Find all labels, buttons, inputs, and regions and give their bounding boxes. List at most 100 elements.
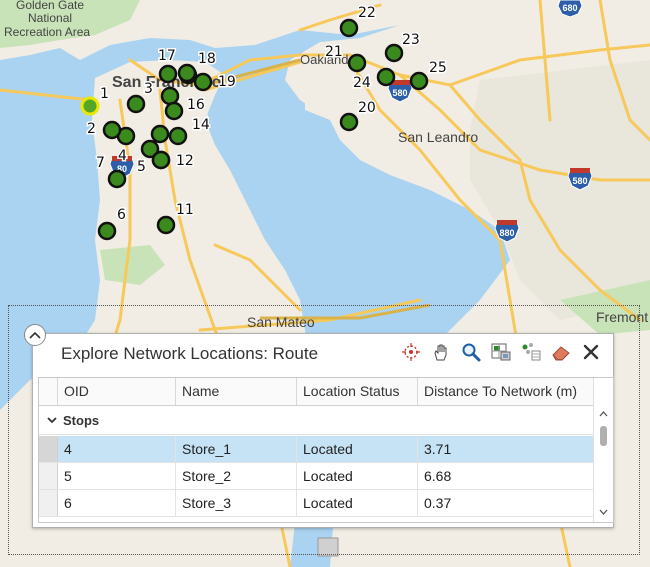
cell-oid: 4 — [58, 436, 176, 462]
clear-button[interactable] — [549, 340, 573, 364]
stop-marker-2[interactable] — [102, 120, 122, 140]
stop-marker-7[interactable] — [107, 169, 127, 189]
row-selector[interactable] — [39, 490, 58, 516]
column-header-name[interactable]: Name — [176, 378, 297, 405]
location-target-button[interactable] — [399, 340, 423, 364]
collapse-panel-button[interactable] — [24, 324, 46, 346]
stop-label-4: 4 — [118, 148, 127, 164]
cell-name: Store_3 — [176, 490, 297, 516]
eraser-icon — [552, 346, 570, 361]
cell-name: Store_2 — [176, 463, 297, 489]
chevron-down-icon[interactable] — [47, 416, 57, 424]
stop-marker-11[interactable] — [156, 215, 176, 235]
cell-location-status: Located — [297, 463, 418, 489]
location-target-icon — [402, 343, 420, 361]
stop-label-21: 21 — [325, 44, 343, 60]
close-icon — [583, 344, 599, 360]
column-header-location-status[interactable]: Location Status — [297, 378, 418, 405]
points-table-button[interactable] — [519, 340, 543, 364]
label-fremont: Fremont — [596, 309, 648, 325]
cell-distance: 6.68 — [418, 463, 594, 489]
shield-880-south — [317, 537, 339, 557]
svg-text:580: 580 — [572, 176, 587, 186]
label-san-leandro: San Leandro — [398, 129, 478, 145]
column-header-distance[interactable]: Distance To Network (m) — [418, 378, 594, 405]
label-san-mateo: San Mateo — [247, 314, 315, 330]
stop-marker-16[interactable] — [164, 101, 184, 121]
stop-marker-20[interactable] — [339, 112, 359, 132]
stop-label-19: 19 — [218, 74, 236, 90]
stop-label-17: 17 — [158, 48, 176, 64]
column-header-oid[interactable]: OID — [58, 378, 176, 405]
stop-marker-19[interactable] — [193, 72, 213, 92]
stop-label-20: 20 — [358, 100, 376, 116]
pan-button[interactable] — [429, 340, 453, 364]
svg-text:580: 580 — [392, 88, 407, 98]
zoom-button[interactable] — [459, 340, 483, 364]
stop-marker-12[interactable] — [151, 150, 171, 170]
cell-name: Store_1 — [176, 436, 297, 462]
stop-label-16: 16 — [187, 97, 205, 113]
group-label: Stops — [63, 412, 100, 428]
stop-label-18: 18 — [198, 51, 216, 67]
stop-marker[interactable] — [150, 124, 170, 144]
panel-title: Explore Network Locations: Route — [61, 344, 319, 363]
stop-marker-14[interactable] — [168, 126, 188, 146]
stop-marker-18[interactable] — [177, 63, 197, 83]
cell-distance: 3.71 — [418, 436, 594, 462]
svg-text:880: 880 — [499, 228, 514, 238]
cell-location-status: Located — [297, 436, 418, 462]
cell-oid: 6 — [58, 490, 176, 516]
stop-marker-3[interactable] — [126, 94, 146, 114]
stop-label-12: 12 — [176, 153, 194, 169]
points-table-icon — [522, 343, 541, 361]
table-scrollbar[interactable] — [593, 378, 613, 522]
stop-marker-6[interactable] — [97, 221, 117, 241]
stop-label-7: 7 — [96, 155, 105, 171]
cell-location-status: Located — [297, 490, 418, 516]
table-image-icon — [491, 343, 511, 361]
close-panel-button[interactable] — [579, 340, 603, 364]
chevron-up-icon — [29, 331, 41, 339]
stop-label-5: 5 — [137, 159, 146, 175]
table-row[interactable]: 6 Store_3 Located 0.37 — [39, 490, 594, 517]
stop-label-22: 22 — [358, 5, 376, 21]
label-national: National — [28, 11, 72, 25]
stop-label-3: 3 — [144, 81, 153, 97]
stop-label-23: 23 — [402, 32, 420, 48]
header-gutter — [39, 378, 58, 405]
row-selector[interactable] — [39, 436, 58, 462]
panel-toolbar — [399, 340, 603, 364]
scroll-up-button[interactable] — [594, 406, 613, 422]
chevron-down-icon — [599, 509, 608, 515]
table-row[interactable]: 4 Store_1 Located 3.71 — [39, 436, 594, 463]
stop-label-1: 1 — [100, 86, 109, 102]
scroll-down-button[interactable] — [594, 504, 613, 520]
group-row-stops[interactable]: Stops — [39, 406, 594, 435]
stop-marker[interactable] — [160, 86, 180, 106]
zoom-magnifier-icon — [462, 343, 481, 362]
stop-label-24: 24 — [353, 75, 371, 91]
stop-label-11: 11 — [176, 202, 194, 218]
cell-distance: 0.37 — [418, 490, 594, 516]
row-selector[interactable] — [39, 463, 58, 489]
stop-marker-24[interactable] — [376, 67, 396, 87]
table-rows: 4 Store_1 Located 3.71 5 Store_2 Located… — [39, 436, 594, 517]
stop-label-14: 14 — [192, 117, 210, 133]
label-recreation-area: Recreation Area — [4, 25, 90, 39]
stop-marker-25[interactable] — [409, 71, 429, 91]
svg-text:680: 680 — [562, 3, 577, 13]
pan-hand-icon — [434, 344, 447, 361]
cell-oid: 5 — [58, 463, 176, 489]
table-header: OID Name Location Status Distance To Net… — [39, 378, 594, 406]
stop-marker-22[interactable] — [339, 18, 359, 38]
scroll-thumb[interactable] — [600, 426, 607, 446]
stop-label-6: 6 — [117, 207, 126, 223]
table-row[interactable]: 5 Store_2 Located 6.68 — [39, 463, 594, 490]
stop-marker-21[interactable] — [347, 53, 367, 73]
stop-marker-17[interactable] — [158, 64, 178, 84]
stop-marker-23[interactable] — [384, 43, 404, 63]
stop-marker-1[interactable] — [80, 96, 100, 116]
table-image-button[interactable] — [489, 340, 513, 364]
chevron-up-icon — [599, 411, 608, 417]
